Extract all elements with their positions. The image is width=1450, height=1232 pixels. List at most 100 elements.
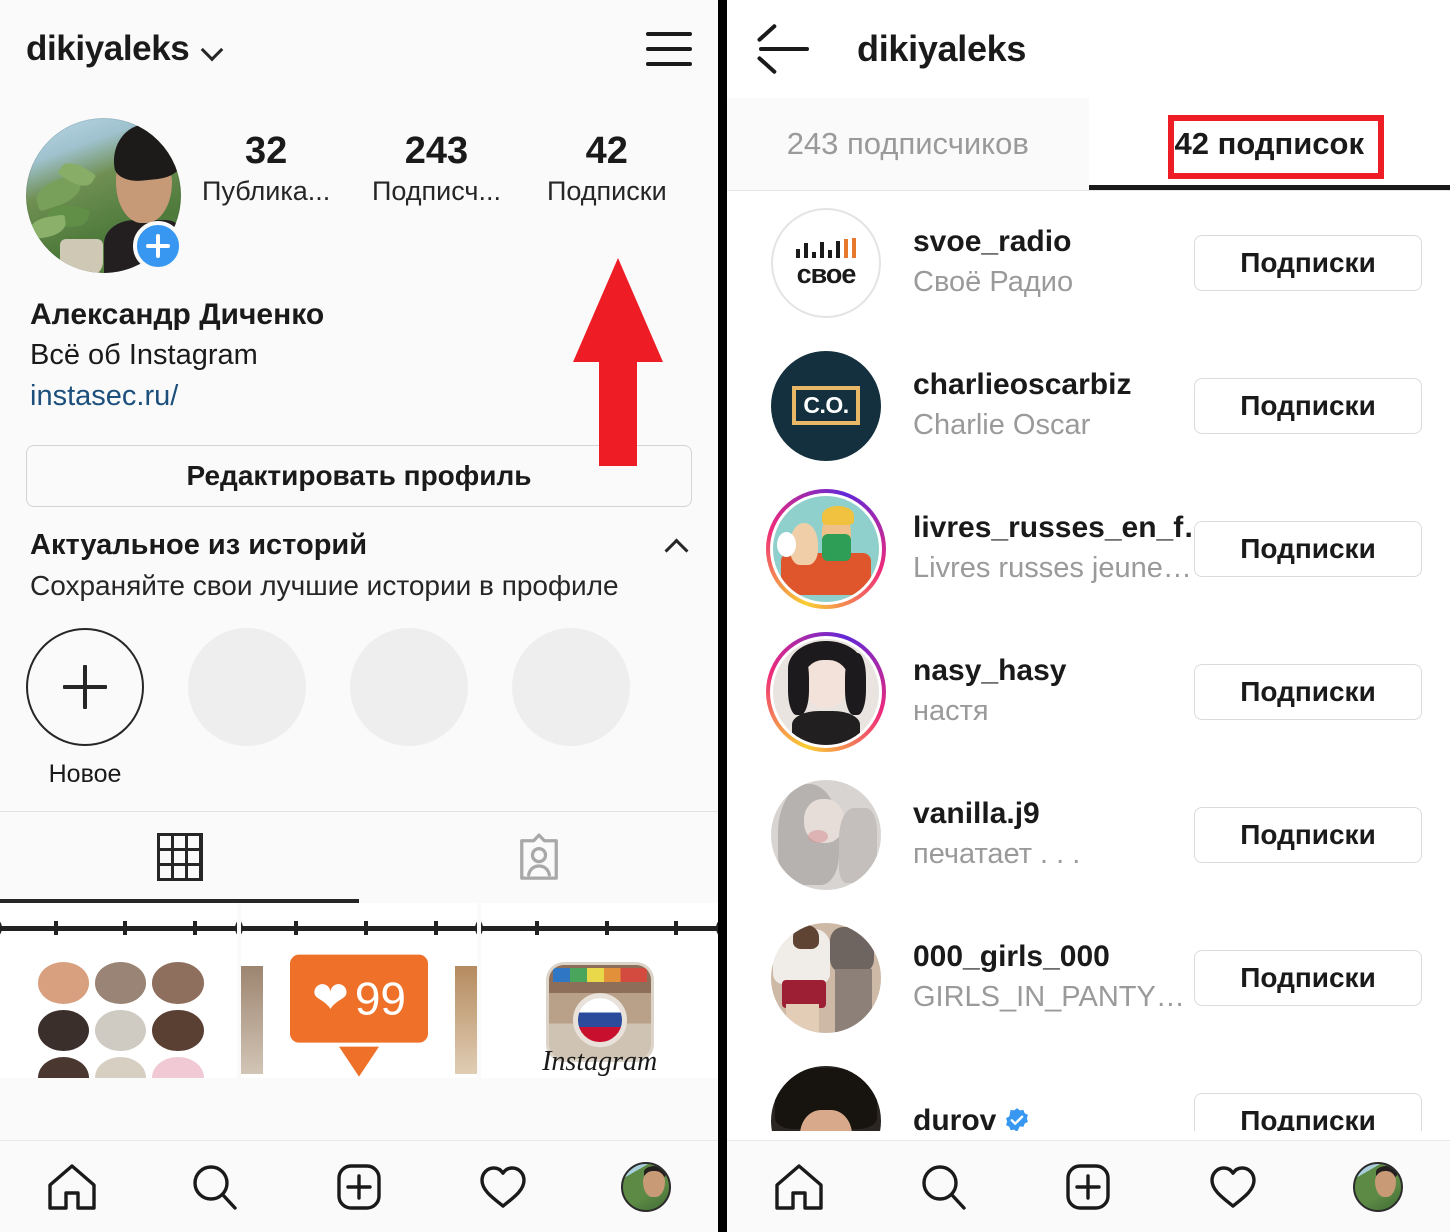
following-list-header: dikiyaleks (727, 0, 1450, 98)
following-list[interactable]: свое svoe_radio Своё Радио Подписки C.O. (727, 191, 1450, 1131)
tab-grid[interactable] (0, 812, 359, 903)
barbell-graphic (0, 916, 237, 939)
profile-avatar-icon (621, 1161, 672, 1212)
dual-phone-screenshot: dikiyaleks 32 Публика... 243 Подписч... … (0, 0, 1450, 1232)
right-phone-panel: dikiyaleks 243 подписчиков 42 подписок с… (727, 0, 1450, 1232)
add-story-plus-icon[interactable] (133, 221, 183, 271)
user-meta: durov (881, 1102, 1194, 1131)
list-item-fullname: Charlie Oscar (913, 409, 1091, 442)
list-item[interactable]: 000_girls_000 GIRLS_IN_PANTY… Подписки (727, 906, 1450, 1049)
following-button[interactable]: Подписки (1194, 1092, 1422, 1131)
list-item[interactable]: livres_russes_en_f… Livres russes jeune…… (727, 477, 1450, 620)
list-item[interactable]: vanilla.j9 печатает . . . Подписки (727, 763, 1450, 906)
nav-home[interactable] (0, 1162, 144, 1212)
list-item-username[interactable]: vanilla.j9 (913, 795, 1194, 833)
following-button[interactable]: Подписки (1194, 949, 1422, 1006)
stat-posts[interactable]: 32 Публика... (181, 131, 351, 207)
tagged-person-icon (519, 833, 558, 880)
svoe-radio-logo: свое (771, 207, 881, 318)
list-item-username[interactable]: svoe_radio (913, 223, 1194, 261)
tab-tagged[interactable] (359, 812, 718, 903)
grid-icon (156, 833, 203, 882)
plus-icon[interactable] (26, 627, 144, 746)
user-meta: svoe_radio Своё Радио (881, 223, 1194, 302)
highlights-title: Актуальное из историй (30, 528, 368, 561)
instagram-wordmark: Instagram (542, 1045, 658, 1077)
barbell-graphic (481, 916, 718, 939)
header-title: dikiyaleks (857, 28, 1027, 69)
nav-add-post[interactable] (1016, 1162, 1161, 1212)
heart-icon (479, 1165, 526, 1208)
list-item-fullname: настя (913, 695, 989, 728)
list-item-fullname: печатает . . . (913, 838, 1081, 871)
avatar[interactable] (766, 488, 886, 609)
avatar[interactable] (771, 1065, 881, 1131)
nav-profile[interactable] (574, 1161, 718, 1212)
list-item-username[interactable]: durov (913, 1102, 1194, 1131)
avatar[interactable] (766, 631, 886, 752)
user-meta: nasy_hasy настя (881, 652, 1194, 731)
charlie-oscar-logo: C.O. (771, 350, 881, 461)
stat-following[interactable]: 42 Подписки (522, 131, 692, 207)
list-item-username[interactable]: charlieoscarbiz (913, 366, 1194, 404)
highlights-subtitle: Сохраняйте свои лучшие истории в профиле (30, 569, 619, 601)
tab-followers[interactable]: 243 подписчиков (727, 98, 1089, 190)
hamburger-menu-icon[interactable] (646, 32, 692, 66)
nav-add-post[interactable] (287, 1162, 431, 1212)
red-up-arrow (573, 258, 663, 466)
story-ring[interactable] (766, 631, 886, 752)
following-button[interactable]: Подписки (1194, 377, 1422, 434)
profile-avatar[interactable] (26, 118, 183, 273)
stat-followers[interactable]: 243 Подписч... (351, 131, 521, 207)
post-thumbnail[interactable]: Instagram (481, 902, 718, 1078)
followers-following-tabs: 243 подписчиков 42 подписок (727, 98, 1450, 190)
livres-illustration (773, 495, 879, 602)
add-post-icon (337, 1163, 381, 1210)
stat-followers-label: Подписч... (371, 175, 502, 206)
list-item-username[interactable]: nasy_hasy (913, 652, 1194, 690)
highlight-placeholder (350, 627, 468, 789)
avatar[interactable] (771, 922, 881, 1033)
highlights-header: Актуальное из историй (0, 507, 718, 562)
stat-following-label: Подписки (546, 175, 667, 206)
chevron-down-icon[interactable] (203, 42, 223, 62)
following-button[interactable]: Подписки (1194, 520, 1422, 577)
list-item-username[interactable]: 000_girls_000 (913, 938, 1194, 976)
highlight-new[interactable]: Новое (26, 627, 144, 789)
nav-activity[interactable] (1161, 1162, 1306, 1212)
post-grid: ❤ 99 Instagram (0, 902, 718, 1078)
avatar[interactable] (771, 779, 881, 890)
chevron-up-icon[interactable] (666, 537, 690, 553)
likes-count: 99 (354, 972, 407, 1025)
nav-search[interactable] (144, 1162, 288, 1212)
story-ring[interactable] (766, 488, 886, 609)
nav-search[interactable] (872, 1162, 1017, 1212)
profile-username[interactable]: dikiyaleks (26, 29, 190, 69)
profile-stats: 32 Публика... 243 Подписч... 42 Подписки (181, 118, 692, 273)
nav-activity[interactable] (431, 1162, 575, 1212)
following-button[interactable]: Подписки (1194, 234, 1422, 291)
highlights-row: Новое (0, 602, 718, 789)
list-item[interactable]: durov Подписки (727, 1049, 1450, 1131)
nav-profile[interactable] (1305, 1161, 1450, 1212)
user-meta: charlieoscarbiz Charlie Oscar (881, 366, 1194, 445)
list-item-username[interactable]: livres_russes_en_f… (913, 509, 1194, 547)
avatar[interactable]: C.O. (771, 350, 881, 461)
following-button[interactable]: Подписки (1194, 806, 1422, 863)
two-girls-photo (771, 922, 881, 1033)
avatar[interactable]: свое (771, 207, 881, 318)
grey-girl-sketch (771, 779, 881, 890)
list-item[interactable]: nasy_hasy настя Подписки (727, 620, 1450, 763)
durov-photo (771, 1065, 881, 1131)
following-button[interactable]: Подписки (1194, 663, 1422, 720)
back-arrow-icon[interactable] (756, 23, 811, 75)
profile-avatar-icon (1352, 1161, 1403, 1212)
list-item[interactable]: C.O. charlieoscarbiz Charlie Oscar Подпи… (727, 334, 1450, 477)
post-thumbnail[interactable] (0, 902, 237, 1078)
left-phone-panel: dikiyaleks 32 Публика... 243 Подписч... … (0, 0, 718, 1232)
list-item[interactable]: свое svoe_radio Своё Радио Подписки (727, 191, 1450, 334)
nav-home[interactable] (727, 1162, 872, 1212)
post-thumbnail[interactable]: ❤ 99 (240, 902, 478, 1078)
tab-following[interactable]: 42 подписок (1088, 98, 1450, 190)
home-icon (775, 1163, 823, 1210)
